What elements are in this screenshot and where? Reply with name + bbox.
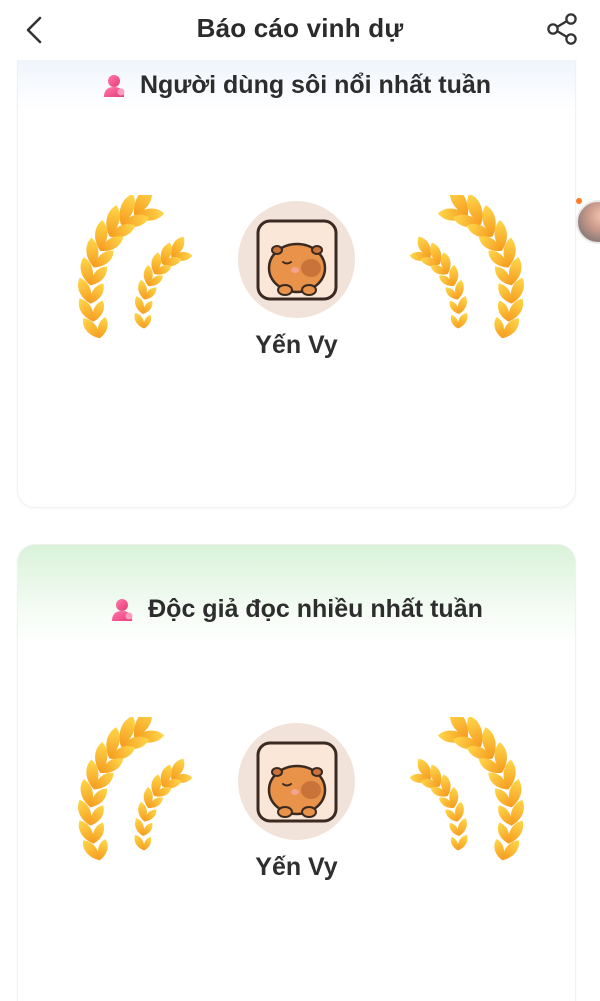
share-icon — [547, 13, 577, 45]
floating-widget[interactable] — [574, 196, 600, 244]
avatar[interactable] — [238, 723, 355, 840]
capybara-avatar-icon — [256, 219, 337, 300]
avatar[interactable] — [238, 201, 355, 318]
card-title: Độc giả đọc nhiều nhất tuần — [148, 595, 483, 623]
page-title: Báo cáo vinh dự — [196, 13, 404, 43]
share-button[interactable] — [542, 10, 582, 48]
user-name[interactable]: Yến Vy — [198, 853, 395, 882]
user-name[interactable]: Yến Vy — [198, 331, 395, 360]
honor-card-active-user: Người dùng sôi nổi nhất tuần Yến Vy — [17, 40, 576, 508]
card-title: Người dùng sôi nổi nhất tuần — [139, 71, 492, 99]
laurel-left-icon — [78, 195, 193, 339]
notification-dot — [576, 198, 582, 204]
card-header: Người dùng sôi nổi nhất tuần — [18, 71, 575, 100]
laurel-left-icon — [78, 717, 193, 861]
honor-card-top-reader: Độc giả đọc nhiều nhất tuần Yến Vy — [17, 544, 576, 1001]
laurel-right-icon — [409, 717, 524, 861]
card-header: Độc giả đọc nhiều nhất tuần — [18, 595, 575, 624]
capybara-avatar-icon — [256, 741, 337, 822]
top-bar: Báo cáo vinh dự — [0, 0, 600, 60]
laurel-right-icon — [409, 195, 524, 339]
user-icon — [103, 74, 125, 97]
app-screen: Người dùng sôi nổi nhất tuần Yến Vy Độc … — [0, 0, 600, 1001]
user-icon — [112, 598, 133, 621]
floating-thumbnail — [576, 200, 600, 244]
